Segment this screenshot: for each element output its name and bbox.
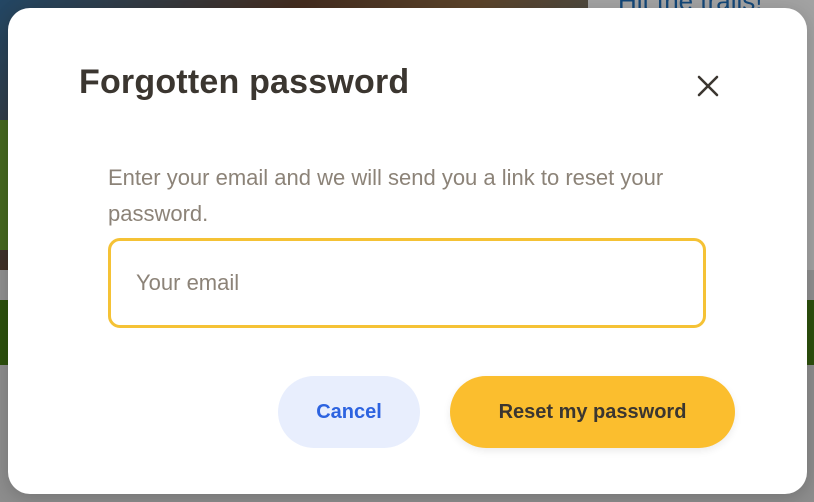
forgotten-password-dialog: Forgotten password Enter your email and …	[8, 8, 807, 494]
close-button[interactable]	[688, 66, 728, 106]
email-input[interactable]	[108, 238, 706, 328]
dialog-title: Forgotten password	[79, 63, 410, 101]
dialog-description: Enter your email and we will send you a …	[108, 165, 664, 226]
reset-password-button[interactable]: Reset my password	[450, 376, 735, 448]
close-icon	[688, 66, 728, 106]
cancel-button[interactable]: Cancel	[278, 376, 420, 448]
